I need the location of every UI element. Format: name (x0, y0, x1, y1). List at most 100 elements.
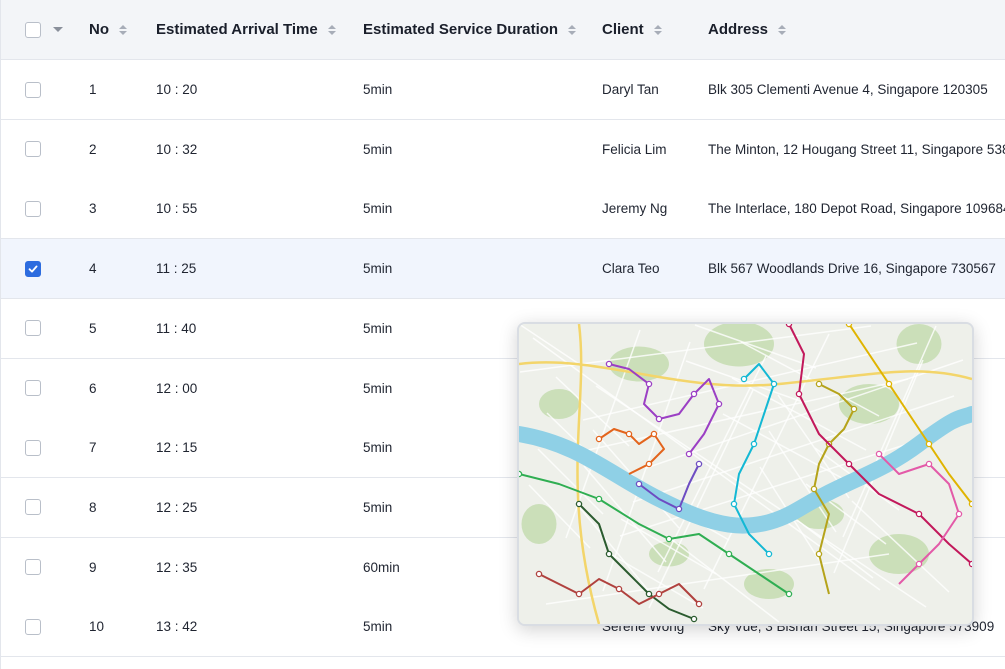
checkbox-icon[interactable] (25, 618, 41, 635)
cell-no: 2 (89, 141, 97, 157)
sort-icon[interactable] (119, 24, 127, 35)
checkbox-icon[interactable] (25, 200, 41, 217)
map-stop-marker (785, 324, 793, 328)
map-stop-marker (655, 415, 663, 423)
map-stop-marker (645, 460, 653, 468)
cell-no: 5 (89, 320, 97, 336)
cell-duration: 5min (363, 619, 393, 635)
cell-client: Felicia Lim (602, 141, 667, 157)
row-select (25, 538, 41, 597)
map-stop-marker (845, 460, 853, 468)
cell-duration: 5min (363, 320, 393, 336)
cell-no: 8 (89, 499, 97, 515)
map-stop-marker (690, 390, 698, 398)
cell-duration: 5min (363, 380, 393, 396)
cell-address: Blk 567 Woodlands Drive 16, Singapore 73… (708, 261, 996, 277)
cell-duration: 5min (363, 499, 393, 515)
row-select (25, 120, 41, 179)
map-stop-marker (635, 480, 643, 488)
map-stop-marker (655, 590, 663, 598)
cell-address: The Interlace, 180 Depot Road, Singapore… (708, 201, 1005, 217)
sort-icon[interactable] (778, 24, 787, 35)
map-stop-marker (815, 380, 823, 388)
map-stop-marker (968, 560, 972, 568)
map-stop-marker (815, 550, 823, 558)
cell-eta: 12 : 25 (156, 499, 198, 515)
cell-no: 7 (89, 440, 97, 456)
map-stop-marker (625, 430, 633, 438)
cell-duration: 5min (363, 440, 393, 456)
map-stop-marker (685, 450, 693, 458)
cell-no: 10 (89, 619, 105, 635)
table-row[interactable]: 1 10 : 20 5min Daryl Tan Blk 305 Clementi Av… (1, 60, 1005, 120)
map-stop-marker (875, 450, 883, 458)
map-stop-marker (968, 500, 972, 508)
row-select (25, 478, 41, 537)
column-header-duration[interactable]: Estimated Service Duration (363, 0, 577, 59)
cell-address: The Minton, 12 Hougang Street 11, Singap… (708, 141, 1005, 157)
sort-icon[interactable] (568, 24, 577, 35)
cell-no: 4 (89, 261, 97, 277)
map-stop-marker (715, 400, 723, 408)
cell-duration: 60min (363, 559, 400, 575)
checkbox-icon[interactable] (25, 439, 41, 456)
cell-eta: 10 : 20 (156, 82, 198, 97)
column-header-eta[interactable]: Estimated Arrival Time (156, 0, 336, 59)
map-stop-marker (605, 550, 613, 558)
chevron-down-icon[interactable] (53, 27, 63, 32)
map-stop-marker (605, 360, 613, 368)
cell-no: 1 (89, 82, 97, 97)
map-stop-marker (690, 615, 698, 623)
map-stop-marker (915, 560, 923, 568)
map-stop-marker (770, 380, 778, 388)
map-stop-marker (885, 380, 893, 388)
map-stop-marker (850, 405, 858, 413)
cell-client: Clara Teo (602, 261, 660, 277)
cell-no: 3 (89, 201, 97, 217)
sort-icon[interactable] (327, 24, 336, 35)
row-select (25, 299, 41, 358)
map-stop-marker (650, 430, 658, 438)
route-map[interactable] (517, 322, 974, 626)
map-stop-marker (955, 510, 963, 518)
cell-duration: 5min (363, 201, 393, 217)
map-stop-marker (785, 590, 793, 598)
table-row[interactable]: 3 10 : 55 5min Jeremy Ng The Interlace, 180 … (1, 179, 1005, 240)
cell-no: 6 (89, 380, 97, 396)
cell-client: Daryl Tan (602, 82, 659, 97)
checkbox-icon[interactable] (25, 81, 41, 98)
cell-duration: 5min (363, 261, 393, 277)
route-map-canvas[interactable] (519, 324, 972, 624)
map-stop-marker (730, 500, 738, 508)
map-stop-marker (535, 570, 543, 578)
map-stop-marker (925, 440, 933, 448)
checkbox-icon[interactable] (25, 499, 41, 516)
checkbox-icon[interactable] (25, 559, 41, 576)
checkbox-icon[interactable] (25, 380, 41, 396)
cell-eta: 12 : 35 (156, 559, 198, 575)
map-park (521, 504, 557, 544)
cell-eta: 10 : 55 (156, 201, 198, 217)
checkbox-checked-icon[interactable] (25, 260, 41, 277)
map-stop-marker (725, 550, 733, 558)
header-select (25, 0, 63, 59)
table-row[interactable]: 2 10 : 32 5min Felicia Lim The Minton, 12 Ho… (1, 119, 1005, 180)
cell-duration: 5min (363, 141, 393, 157)
table-row[interactable]: 4 11 : 25 5min Clara Teo Blk 567 Woodlands D… (1, 239, 1005, 300)
select-all-checkbox-icon[interactable] (25, 21, 41, 38)
column-header-client[interactable]: Client (602, 0, 662, 59)
map-park (649, 541, 689, 567)
map-stop-marker (695, 460, 703, 468)
table-header: No Estimated Arrival Time Estimated Serv… (1, 0, 1005, 60)
checkbox-icon[interactable] (25, 320, 41, 337)
map-stop-marker (765, 550, 773, 558)
map-stop-marker (615, 585, 623, 593)
cell-eta: 11 : 25 (156, 261, 197, 277)
column-header-address[interactable]: Address (708, 0, 787, 59)
column-header-no[interactable]: No (89, 0, 127, 59)
sort-icon[interactable] (653, 24, 662, 35)
row-select (25, 418, 41, 477)
cell-eta: 12 : 00 (156, 380, 198, 396)
column-header-eta-label: Estimated Arrival Time (156, 21, 318, 38)
checkbox-icon[interactable] (25, 141, 41, 158)
